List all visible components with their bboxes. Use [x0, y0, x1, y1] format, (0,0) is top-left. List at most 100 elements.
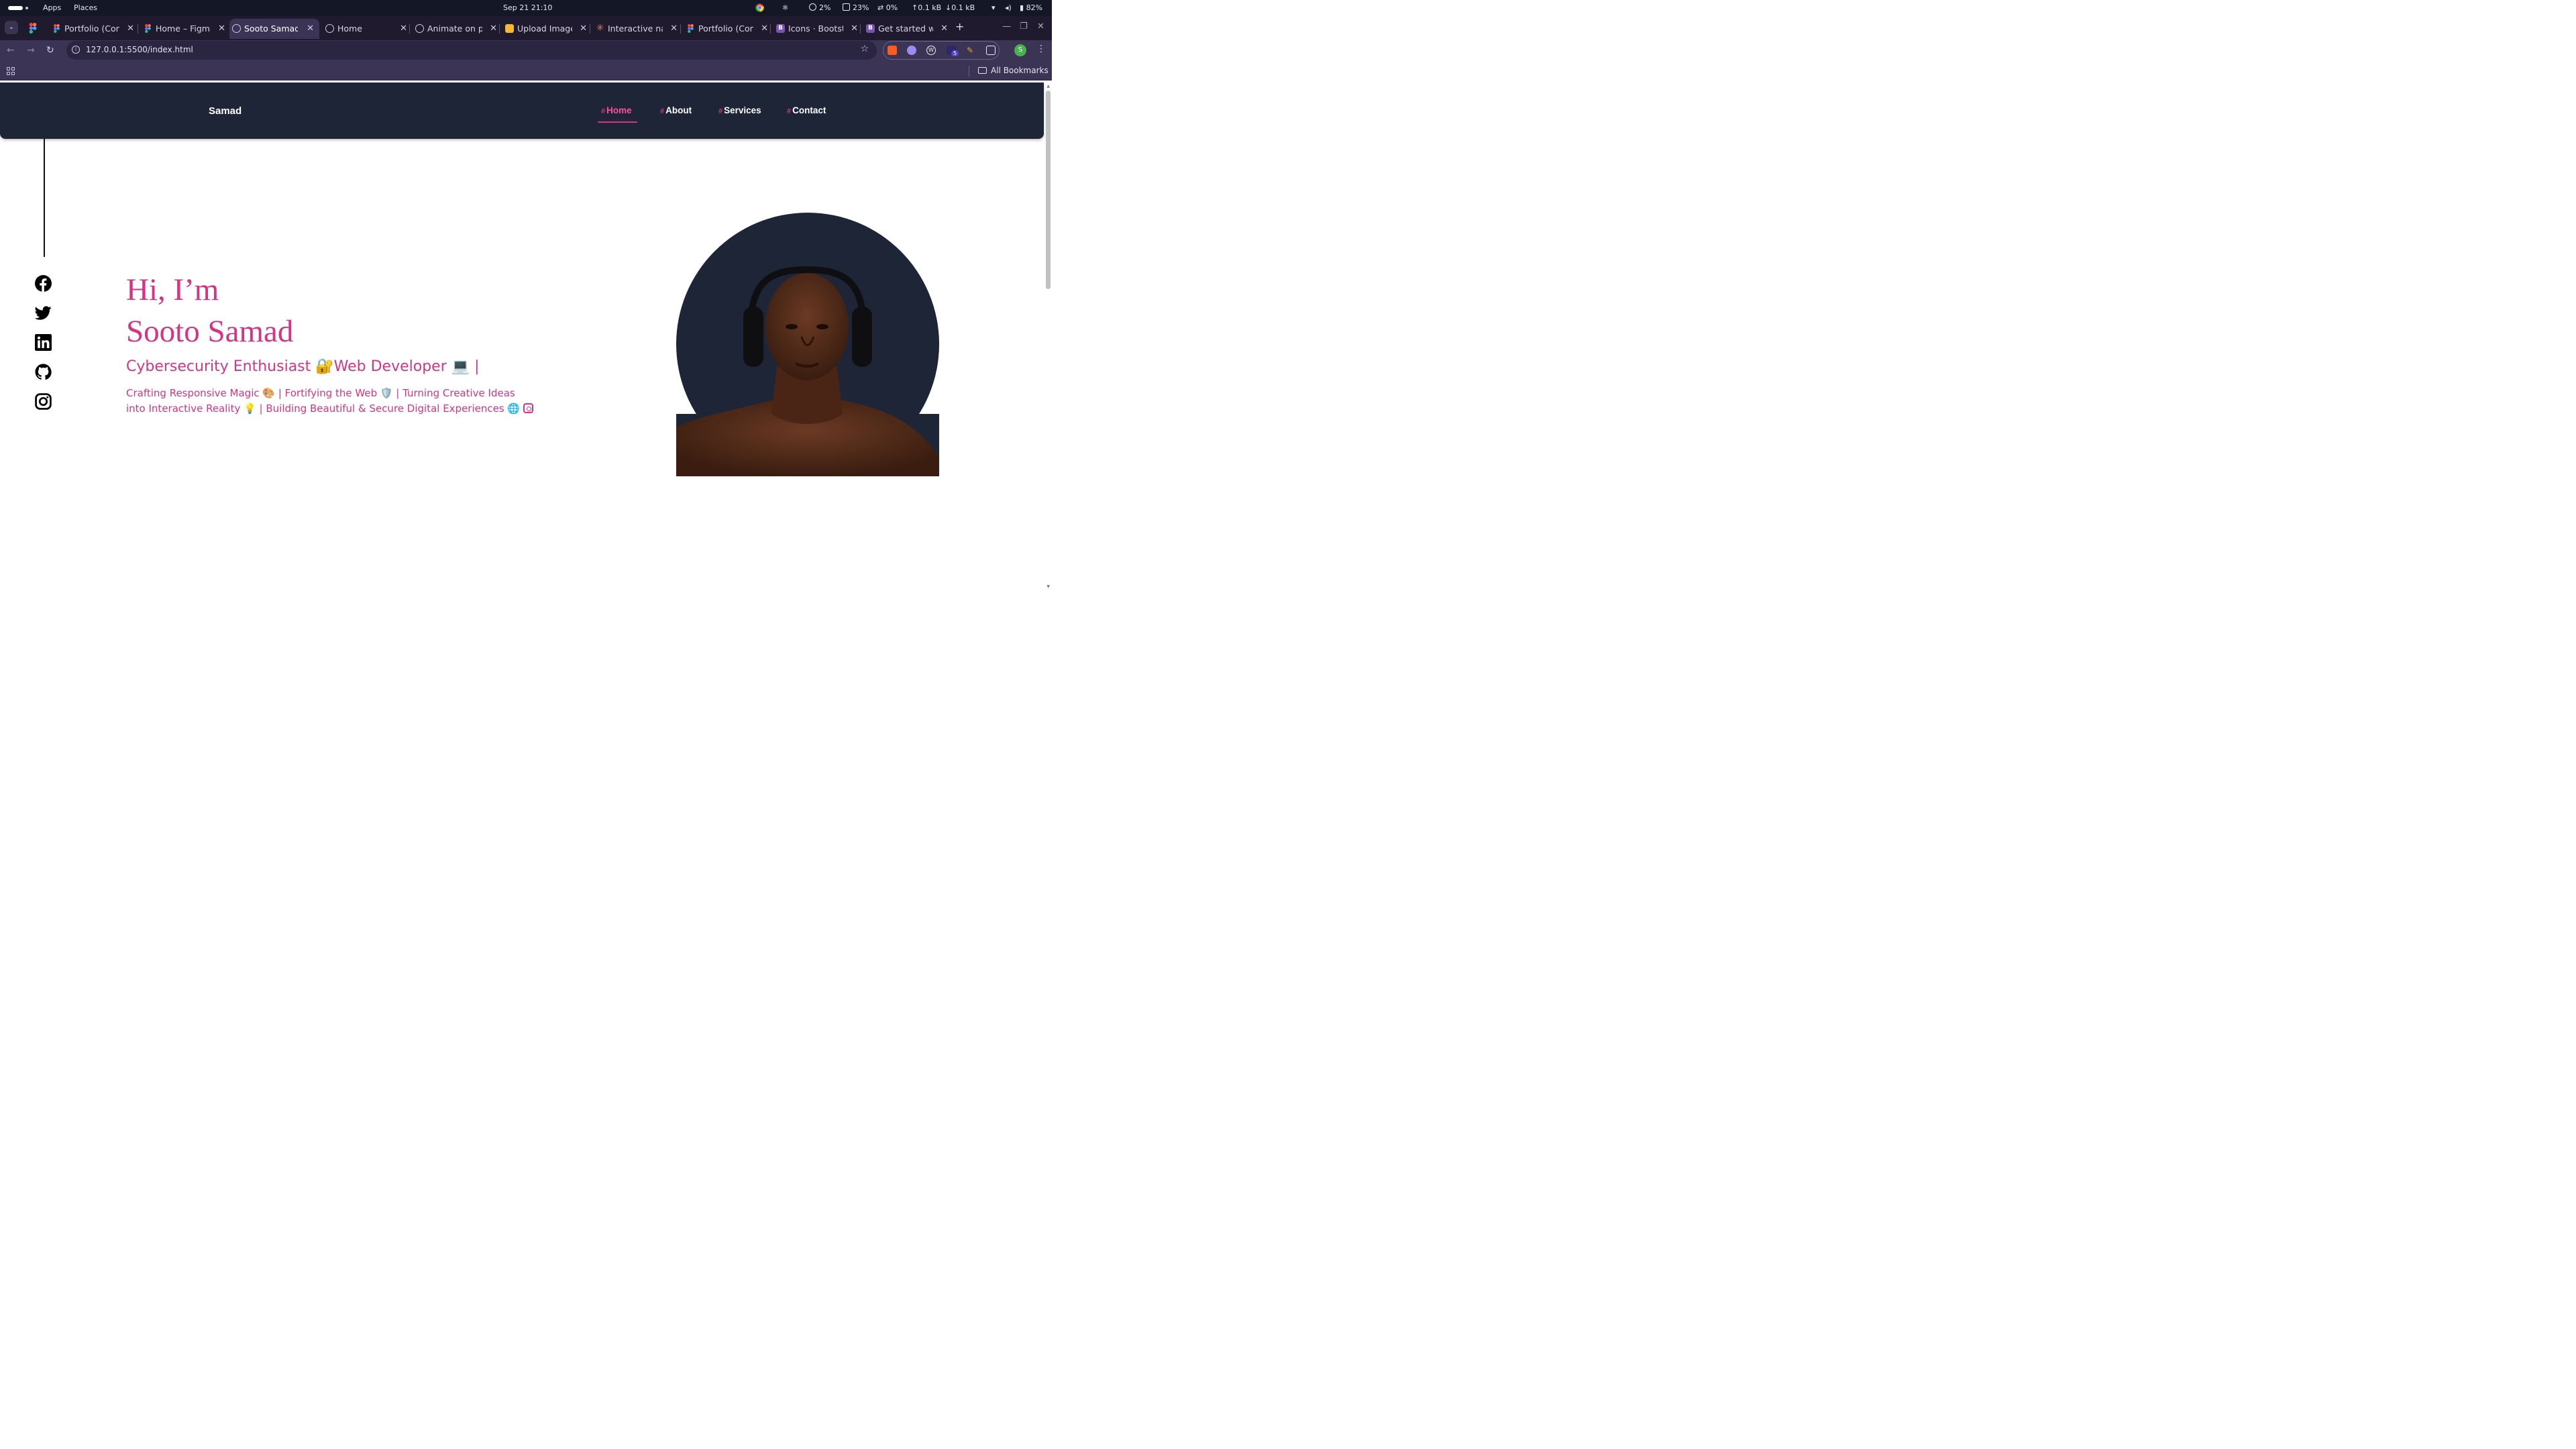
nav-link-home[interactable]: # Home: [601, 105, 632, 115]
tab-10[interactable]: B Get started w ✕: [863, 19, 953, 39]
forward-arrow-icon[interactable]: →: [27, 45, 35, 56]
all-bookmarks-button[interactable]: All Bookmarks: [978, 66, 1049, 75]
extension-cloud-icon[interactable]: [907, 46, 916, 55]
bookmark-star-icon[interactable]: ☆: [860, 44, 869, 54]
tab-separator: [409, 24, 410, 34]
close-icon[interactable]: ✕: [851, 19, 858, 39]
close-icon[interactable]: ✕: [400, 19, 407, 39]
cpu-indicator: 2%: [809, 3, 830, 12]
close-icon[interactable]: ✕: [761, 19, 768, 39]
hash-icon: #: [718, 107, 723, 115]
nav-link-label: Contact: [792, 105, 826, 115]
tab-separator: [860, 24, 861, 34]
memory-value: 23%: [853, 3, 869, 12]
close-icon[interactable]: ✕: [580, 19, 587, 39]
wifi-icon[interactable]: ▾: [991, 3, 996, 12]
pinned-tab-figma-icon[interactable]: [28, 23, 38, 34]
close-icon[interactable]: ✕: [127, 19, 134, 39]
reload-icon[interactable]: ↻: [46, 45, 54, 56]
extension-fox-icon[interactable]: [888, 46, 897, 55]
bootstrap-icon: B: [776, 24, 785, 33]
claude-icon: ✳: [596, 23, 604, 34]
battery-indicator[interactable]: ▮ 82%: [1020, 3, 1042, 12]
openai-icon: [415, 24, 424, 33]
instagram-icon[interactable]: [35, 393, 52, 410]
bluetooth-icon[interactable]: ✱: [782, 3, 788, 12]
tab-6[interactable]: Upload Image ✕: [502, 19, 592, 39]
apps-menu[interactable]: Apps: [43, 3, 61, 12]
tab-strip: ⌄ Portfolio (Con ✕ Home – Figma ✕ Sooto …: [0, 16, 1052, 40]
figma-icon: [54, 24, 60, 33]
places-menu[interactable]: Places: [74, 3, 97, 12]
close-icon[interactable]: ✕: [307, 19, 314, 39]
facebook-icon[interactable]: [35, 275, 52, 292]
hero-name: Sooto Samad: [126, 314, 294, 349]
site-brand[interactable]: Samad: [209, 105, 241, 117]
net-up: ↑0.1 kB: [912, 3, 942, 12]
window-close-icon[interactable]: ✕: [1037, 21, 1044, 32]
workspace-dot[interactable]: [25, 7, 28, 9]
extensions-group: W 5 ✎: [883, 41, 1000, 60]
tab-9[interactable]: B Icons · Bootstr ✕: [773, 19, 863, 39]
new-tab-button[interactable]: +: [955, 20, 964, 33]
tab-title: Home: [337, 23, 362, 34]
page-scrollbar-thumb[interactable]: [1046, 91, 1051, 289]
memory-icon: [843, 3, 850, 11]
kebab-menu-icon[interactable]: ⋮: [1036, 44, 1046, 54]
site-navbar: Samad # Home # About # Services # Contact: [0, 83, 1044, 139]
restore-icon[interactable]: ❐: [1020, 21, 1028, 32]
address-bar[interactable]: i 127.0.0.1:5500/index.html ☆: [66, 41, 877, 60]
tab-7[interactable]: ✳ Interactive na ✕: [593, 19, 683, 39]
scroll-up-arrow-icon[interactable]: ▲: [1046, 84, 1050, 89]
active-nav-underline: [598, 121, 637, 123]
url-text[interactable]: 127.0.0.1:5500/index.html: [86, 45, 193, 54]
tab-5[interactable]: Animate on p ✕: [413, 19, 502, 39]
nav-link-about[interactable]: # About: [660, 105, 692, 115]
tab-title: Home – Figma: [156, 23, 211, 34]
bootstrap-icon: B: [866, 24, 875, 33]
tab-8[interactable]: Portfolio (Con ✕: [684, 19, 773, 39]
tab-2[interactable]: Home – Figma ✕: [141, 19, 231, 39]
globe-icon: [232, 24, 241, 33]
github-icon[interactable]: [35, 364, 52, 380]
close-icon[interactable]: ✕: [490, 19, 497, 39]
figma-icon: [688, 24, 694, 33]
nav-link-contact[interactable]: # Contact: [787, 105, 826, 115]
tab-title: Icons · Bootstr: [788, 23, 843, 34]
imgbb-icon: [505, 24, 514, 33]
extension-badge-count: 5: [951, 50, 959, 56]
tab-title: Animate on p: [427, 23, 482, 34]
chrome-tray-icon[interactable]: [755, 3, 764, 14]
page-viewport: Samad # Home # About # Services # Contact Hi…: [0, 81, 1052, 592]
volume-icon[interactable]: ◂): [1005, 3, 1012, 12]
hero-description-text: Crafting Responsive Magic 🎨 | Fortifying…: [126, 387, 521, 415]
back-arrow-icon[interactable]: ←: [7, 45, 15, 56]
extension-w-icon[interactable]: W: [926, 46, 936, 55]
nav-link-services[interactable]: # Services: [718, 105, 761, 115]
workspace-indicator[interactable]: [8, 6, 23, 10]
profile-avatar[interactable]: S: [1014, 44, 1026, 56]
tab-separator: [499, 24, 500, 34]
tab-title: Sooto Samad: [244, 23, 298, 34]
linkedin-icon[interactable]: [35, 334, 52, 351]
twitter-icon[interactable]: [35, 305, 52, 321]
tab-1[interactable]: Portfolio (Con ✕: [50, 19, 140, 39]
social-divider-line: [44, 139, 45, 257]
swap-indicator: ⇄ 0%: [877, 3, 898, 12]
site-info-icon[interactable]: i: [72, 46, 80, 54]
memory-indicator: 23%: [843, 3, 869, 12]
close-icon[interactable]: ✕: [670, 19, 678, 39]
tab-title: Upload Image: [517, 23, 572, 34]
tab-3-active[interactable]: Sooto Samad ✕: [229, 19, 319, 39]
extension-pen-icon[interactable]: ✎: [967, 46, 976, 55]
close-icon[interactable]: ✕: [218, 19, 225, 39]
tab-4[interactable]: Home ✕: [323, 19, 413, 39]
tab-search-button[interactable]: ⌄: [5, 21, 18, 34]
extensions-puzzle-icon[interactable]: [986, 46, 996, 55]
clock[interactable]: Sep 21 21:10: [503, 3, 552, 12]
nav-link-label: About: [665, 105, 692, 115]
apps-grid-icon[interactable]: [7, 67, 15, 75]
close-icon[interactable]: ✕: [941, 19, 948, 39]
scroll-down-arrow-icon[interactable]: ▼: [1046, 584, 1050, 589]
minimize-icon[interactable]: —: [1002, 21, 1011, 32]
